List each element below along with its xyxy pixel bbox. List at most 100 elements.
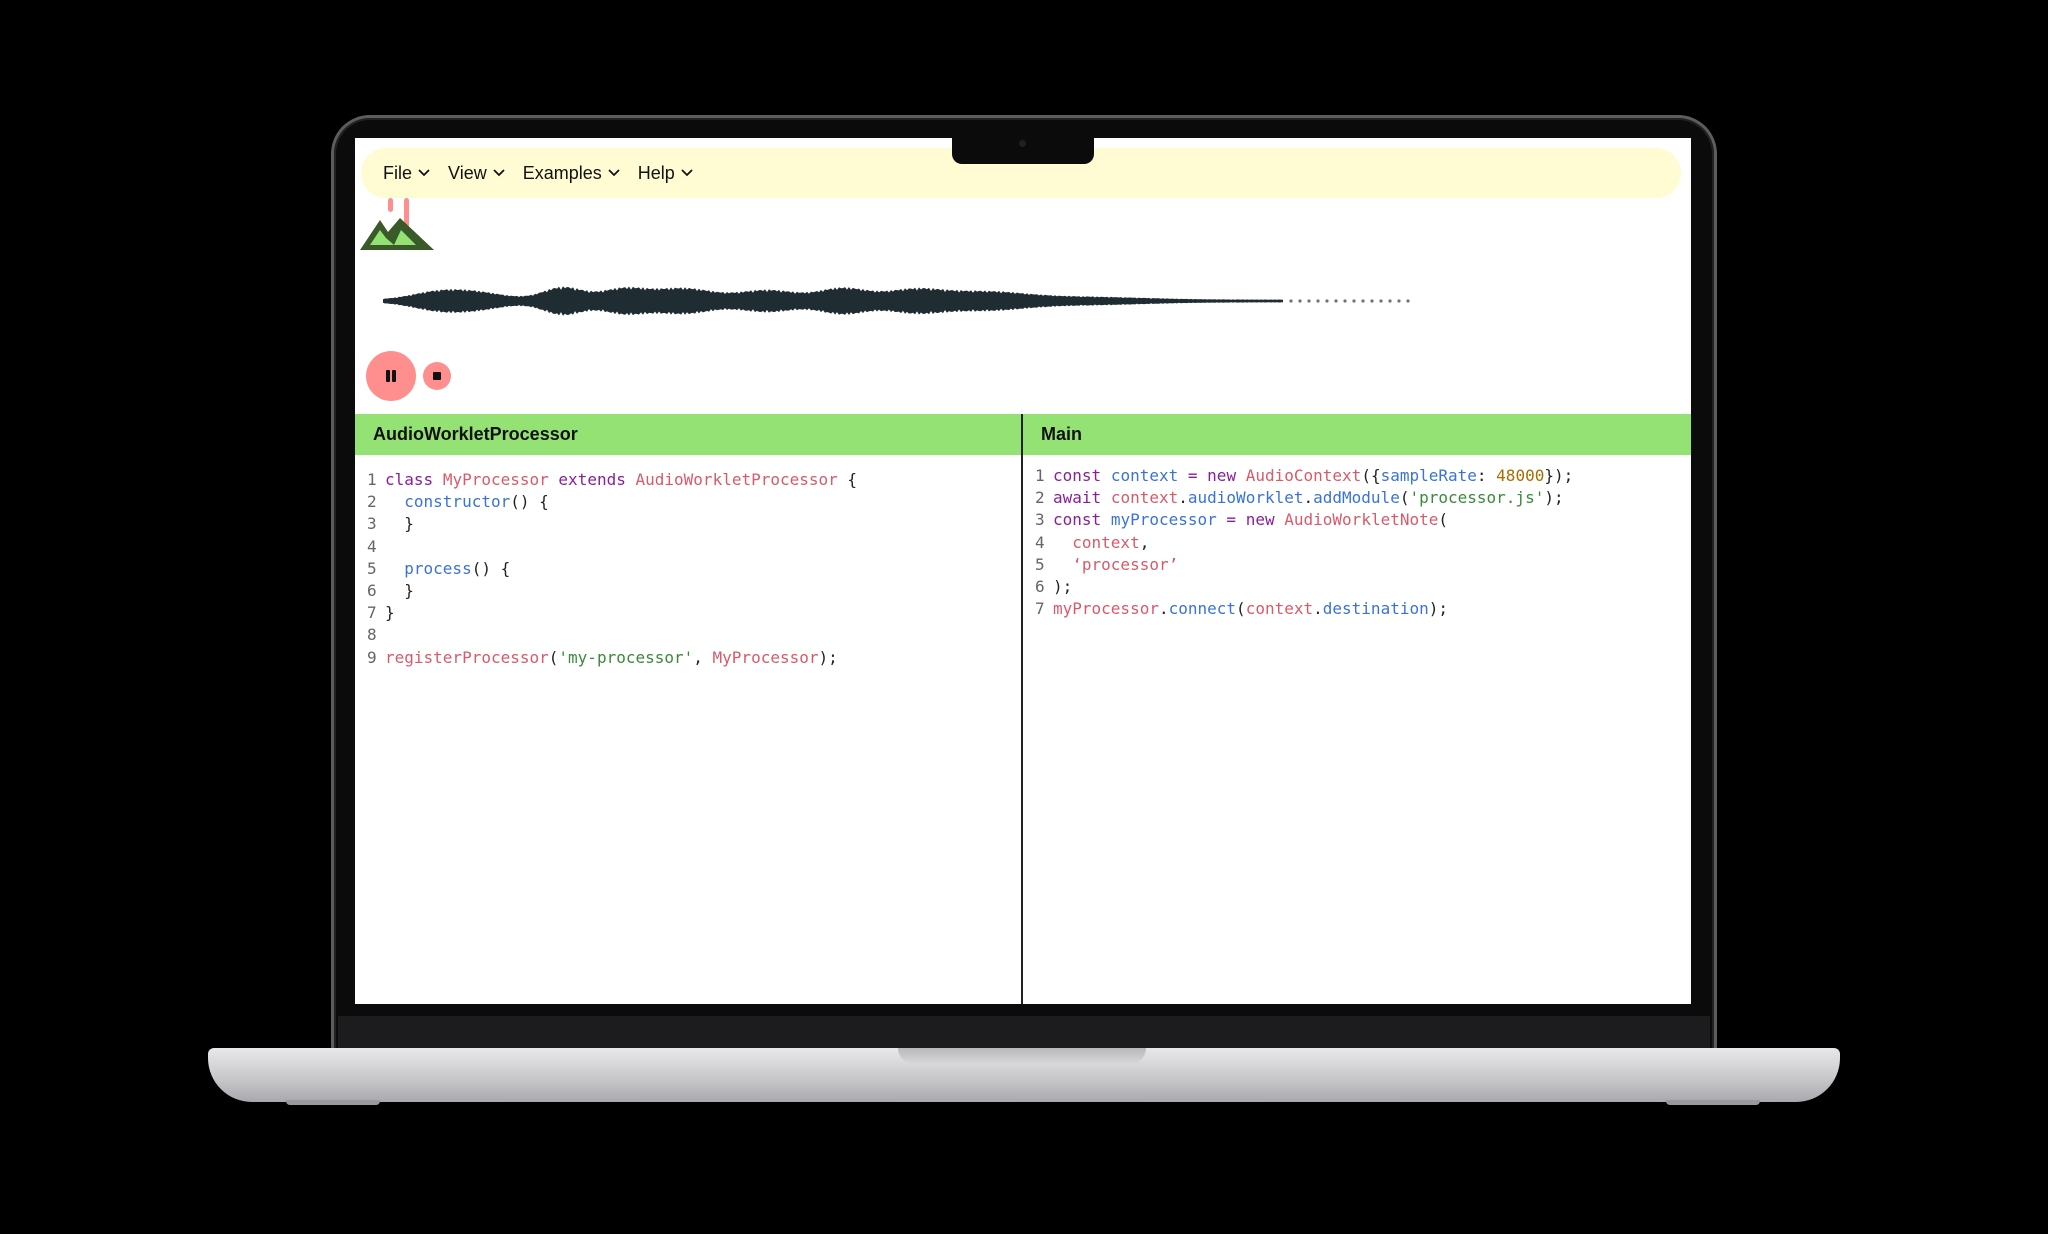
code-line[interactable]: 1 class MyProcessor extends AudioWorkletP… [367, 469, 1021, 491]
code-token: constructor [404, 492, 511, 512]
code-token: 'processor.js' [1409, 488, 1545, 508]
menu-help[interactable]: Help [638, 163, 693, 184]
code-token: : [1476, 466, 1497, 485]
code-token: , [693, 647, 713, 667]
code-line[interactable]: 1 const context = new AudioContext({sampl… [1035, 465, 1691, 487]
waveform-remaining-dot [1343, 299, 1347, 303]
code-token: new [1245, 510, 1275, 530]
menu-examples[interactable]: Examples [523, 163, 620, 184]
code-line[interactable]: 8 [367, 624, 1021, 646]
code-token: . [1303, 488, 1314, 508]
code-token: = [1226, 510, 1237, 530]
pause-button[interactable] [366, 351, 416, 401]
code-line[interactable]: 3 const myProcessor = new AudioWorkletNot… [1035, 509, 1691, 531]
code-line[interactable]: 2 constructor() { [367, 491, 1021, 513]
code-token: } [385, 581, 414, 601]
code-line[interactable]: 7} [367, 602, 1021, 624]
waveform-remaining-dot [1298, 299, 1302, 303]
panel-title: AudioWorkletProcessor [355, 414, 1021, 455]
line-number: 7 [1035, 599, 1045, 619]
waveform-remaining-dot [1379, 299, 1383, 303]
menu-view[interactable]: View [448, 163, 505, 184]
menu-label: File [383, 162, 413, 183]
code-line[interactable]: 5 process() { [367, 558, 1021, 580]
laptop-base-notch [898, 1048, 1146, 1064]
stop-icon [433, 372, 441, 380]
code-token: class [385, 470, 434, 489]
waveform-remaining-dot [1361, 299, 1365, 303]
code-line[interactable]: 7 myProcessor.connect(context.destination… [1035, 598, 1691, 620]
code-line[interactable]: 4 context, [1035, 532, 1691, 554]
code-editor-processor[interactable]: 1 class MyProcessor extends AudioWorkletP… [355, 455, 1021, 669]
code-token: { [837, 470, 858, 489]
code-token: new [1207, 466, 1237, 485]
line-number: 8 [367, 625, 377, 645]
code-token: process [404, 558, 472, 578]
code-token: AudioContext [1245, 466, 1362, 485]
code-token: registerProcessor [385, 647, 549, 667]
waveform-remaining-dot [1289, 299, 1293, 303]
waveform-remaining-dot [1370, 299, 1374, 303]
chevron-down-icon [608, 169, 620, 177]
code-token: . [1158, 599, 1169, 619]
audio-waveform[interactable] [383, 276, 1415, 326]
code-token: context [1110, 466, 1179, 485]
code-line[interactable]: 3 } [367, 513, 1021, 535]
main-editor-panel: Main 1 const context = new AudioContext({… [1023, 414, 1691, 1004]
chevron-down-icon [681, 169, 693, 177]
code-line[interactable]: 2 await context.audioWorklet.addModule('p… [1035, 487, 1691, 509]
code-token: ); [818, 647, 838, 667]
code-line[interactable]: 4 [367, 536, 1021, 558]
processor-editor-panel: AudioWorkletProcessor 1 class MyProcessor… [355, 414, 1023, 1004]
line-number: 5 [1035, 554, 1045, 574]
code-token: ( [1236, 599, 1246, 619]
code-token: context [1072, 532, 1140, 552]
code-token: await [1053, 488, 1102, 508]
stop-button[interactable] [423, 362, 451, 390]
code-token: context [1110, 488, 1179, 508]
code-token: ({ [1361, 466, 1381, 485]
code-line[interactable]: 5 ‘processor’ [1035, 554, 1691, 576]
line-number: 3 [367, 514, 377, 534]
waveform-remaining-dot [1388, 299, 1392, 303]
chevron-down-icon [493, 169, 505, 177]
pause-icon [386, 370, 396, 382]
code-line[interactable]: 6); [1035, 576, 1691, 598]
code-editor-main[interactable]: 1 const context = new AudioContext({sampl… [1023, 455, 1691, 620]
menu-label: Help [637, 162, 675, 183]
code-line[interactable]: 6 } [367, 580, 1021, 602]
app-screen: File View Examples Help AudioWorkletProc… [355, 138, 1691, 1004]
code-line[interactable]: 9 registerProcessor('my-processor', MyPro… [367, 647, 1021, 669]
code-token: 'my-processor' [558, 647, 694, 667]
line-number: 2 [367, 492, 377, 512]
code-token: const [1053, 466, 1102, 485]
line-number: 1 [1035, 466, 1045, 485]
code-token: , [1139, 532, 1150, 552]
code-token: () { [510, 492, 549, 512]
code-token: addModule [1313, 488, 1400, 508]
line-number: 6 [367, 581, 377, 601]
chevron-down-icon [418, 169, 430, 177]
menu-file[interactable]: File [383, 163, 430, 184]
line-number: 1 [367, 470, 377, 489]
code-token: MyProcessor [712, 647, 819, 667]
code-token: . [1178, 488, 1188, 508]
waveform-played [383, 286, 1283, 316]
code-token: myProcessor [1053, 599, 1159, 619]
code-token: connect [1168, 599, 1237, 619]
laptop-foot [286, 1100, 380, 1105]
line-number: 2 [1035, 488, 1045, 508]
code-token: AudioWorkletNote [1284, 510, 1439, 530]
menu-label: View [448, 162, 487, 183]
code-token: ); [1053, 577, 1073, 597]
